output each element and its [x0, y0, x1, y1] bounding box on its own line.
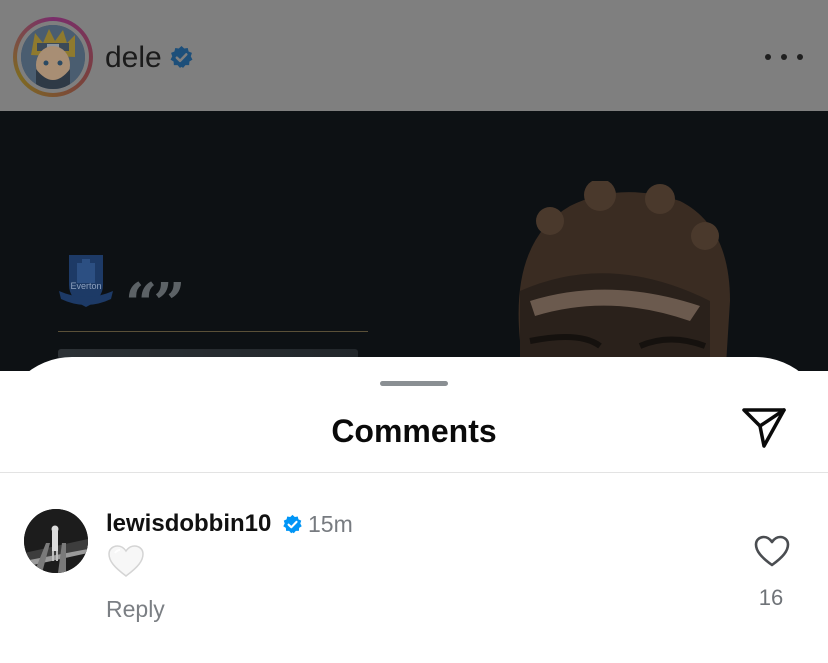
reply-button[interactable]: Reply	[106, 593, 165, 625]
anime-avatar-image	[21, 25, 85, 89]
quote-mark: “”	[125, 271, 185, 337]
player-photo	[518, 181, 730, 371]
sheet-title: Comments	[331, 413, 497, 449]
verified-badge-icon	[283, 514, 302, 534]
sheet-divider	[0, 472, 828, 473]
post-author-username[interactable]: dele	[105, 38, 162, 78]
svg-text:Everton: Everton	[70, 281, 101, 291]
commenter-avatar[interactable]	[24, 509, 88, 573]
verified-badge-icon	[170, 46, 193, 68]
post-author-avatar[interactable]	[13, 17, 93, 97]
post-image: Everton “”	[0, 111, 828, 371]
post-header: dele	[0, 0, 828, 111]
paper-plane-icon[interactable]	[740, 406, 788, 450]
comment-timestamp: 15m	[308, 511, 353, 537]
heart-outline-icon[interactable]	[753, 534, 791, 568]
commenter-username[interactable]: lewisdobbin10	[106, 508, 271, 540]
white-heart-emoji-icon	[108, 545, 144, 577]
comments-sheet: Comments lewisdobbin10 15m Reply 16	[0, 357, 828, 663]
like-count: 16	[758, 585, 784, 610]
sheet-drag-handle[interactable]	[380, 381, 448, 386]
everton-crest-icon: Everton	[59, 255, 113, 307]
image-divider	[58, 331, 368, 332]
more-options-icon[interactable]	[765, 48, 803, 66]
